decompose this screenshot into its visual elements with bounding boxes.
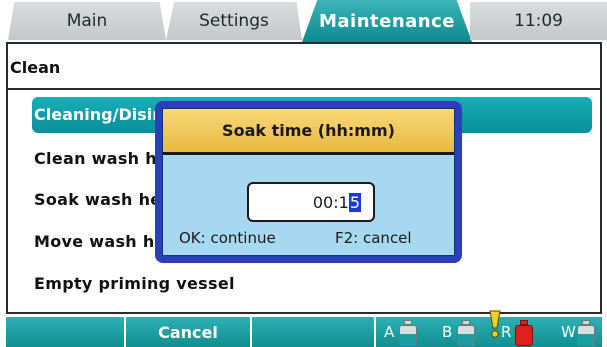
bottle-b-icon [456,320,476,346]
dialog-title: Soak time (hh:mm) [163,109,454,155]
panel-title: Clean [10,58,61,77]
bottle-w-icon [576,320,596,346]
tab-settings[interactable]: Settings [166,2,302,40]
warning-exclamation-icon [489,310,501,338]
soak-time-dialog: Soak time (hh:mm) 00:1 5 OK: continue F2:… [155,101,462,263]
bottle-r-icon [514,320,534,346]
cancel-button[interactable]: Cancel [126,317,250,347]
clock-time: 11:09 [514,11,563,31]
bottom-softkey-bar: Cancel A B R W [6,310,602,347]
dialog-body: Soak time (hh:mm) 00:1 5 OK: continue F2:… [162,108,455,256]
soak-time-input[interactable]: 00:1 5 [247,182,375,222]
softkey-1[interactable] [6,317,124,347]
tab-main[interactable]: Main [8,2,166,40]
top-tab-bar: Main Settings Maintenance 11:09 [0,0,607,42]
cancel-hint: F2: cancel [335,229,412,247]
time-value: 00:1 [312,192,349,212]
bottle-a-icon [398,320,418,346]
ok-hint: OK: continue [179,229,276,247]
bottle-b-label: B [442,323,453,341]
bottle-a-label: A [384,323,395,341]
panel-divider [8,88,600,90]
tab-maintenance[interactable]: Maintenance [302,0,472,42]
softkey-3[interactable] [252,317,374,347]
bottle-w-label: W [561,323,576,341]
text-cursor: 5 [348,192,361,212]
menu-item-empty-priming-vessel[interactable]: Empty priming vessel [34,274,235,293]
